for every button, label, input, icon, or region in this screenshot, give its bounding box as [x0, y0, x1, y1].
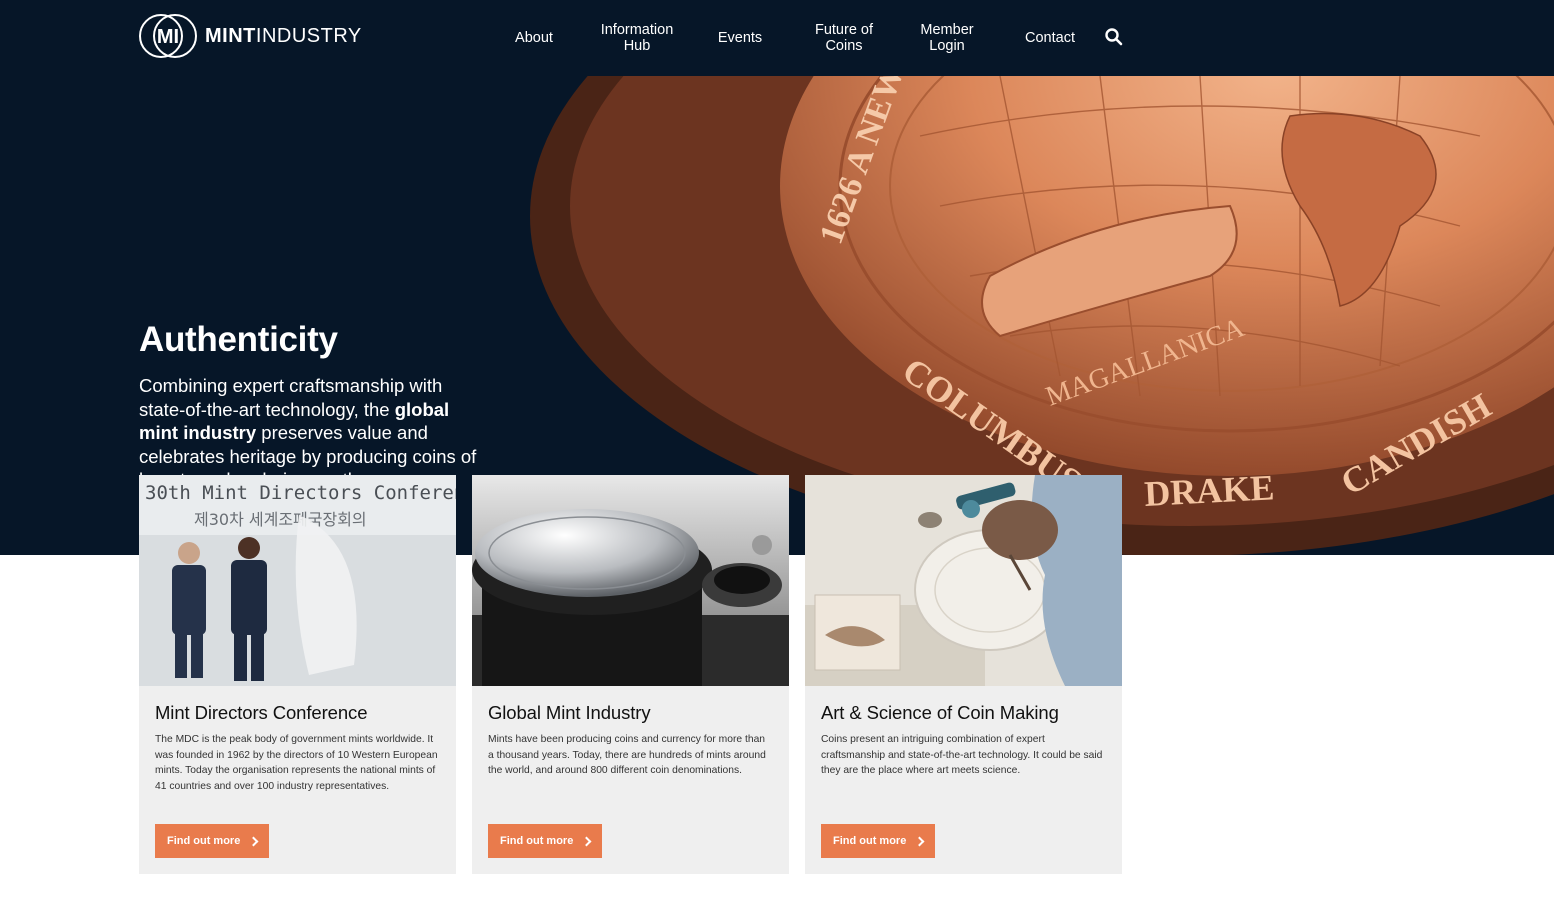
card-title: Art & Science of Coin Making — [821, 702, 1059, 723]
button-label: Find out more — [167, 835, 241, 847]
logo-wordmark-bold: MINT — [205, 24, 256, 47]
logo-wordmark: MINTINDUSTRY — [205, 25, 362, 48]
card-global-mint-industry: Global Mint Industry Mints have been pro… — [472, 475, 789, 874]
nav-label: Events — [717, 30, 763, 46]
card-title: Global Mint Industry — [488, 702, 651, 723]
nav-member-login[interactable]: Member Login — [910, 0, 984, 76]
card-description: Mints have been producing coins and curr… — [488, 734, 766, 776]
nav-about[interactable]: About — [504, 0, 564, 76]
nav-information-hub[interactable]: Information Hub — [592, 0, 682, 76]
button-label: Find out more — [833, 835, 907, 847]
card-mint-directors-conference: 30th Mint Directors Conference 제30차 세계조폐… — [139, 475, 456, 874]
card-art-science-coin-making: Art & Science of Coin Making Coins prese… — [805, 475, 1122, 874]
card-description: The MDC is the peak body of government m… — [155, 734, 438, 792]
hero-description: Combining expert craftsmanship with stat… — [139, 374, 479, 492]
card-image-caption: 30th Mint Directors Conference — [145, 482, 456, 504]
find-out-more-button[interactable]: Find out more — [155, 824, 270, 858]
site-logo[interactable]: MI MINTINDUSTRY — [139, 13, 362, 59]
nav-label-line2: Hub — [623, 38, 651, 54]
find-out-more-button[interactable]: Find out more — [821, 824, 936, 858]
chevron-right-icon — [581, 836, 592, 846]
nav-label: Contact — [1025, 30, 1075, 46]
nav-label: About — [515, 30, 553, 46]
find-out-more-button[interactable]: Find out more — [488, 824, 603, 858]
chevron-right-icon — [914, 836, 925, 846]
nav-label-line1: Future of — [814, 22, 874, 38]
site-header: MI MINTINDUSTRY About Information Hub Ev… — [0, 0, 1554, 76]
search-icon[interactable] — [1104, 27, 1124, 47]
logo-wordmark-light: INDUSTRY — [255, 24, 362, 47]
card-description: Coins present an intriguing combination … — [821, 734, 1103, 776]
card-image-silver-coin — [472, 475, 789, 686]
button-label: Find out more — [500, 835, 574, 847]
card-image-caption-korean: 제30차 세계조폐국장회의 — [194, 510, 367, 529]
nav-label-line2: Coins — [825, 38, 863, 54]
logo-mark-icon: MI — [139, 13, 197, 59]
card-image-conference: 30th Mint Directors Conference 제30차 세계조폐… — [139, 475, 456, 686]
logo-monogram: MI — [157, 26, 179, 48]
nav-contact[interactable]: Contact — [1016, 0, 1084, 76]
card-image-engraver — [805, 475, 1122, 686]
nav-label-line2: Login — [929, 38, 965, 54]
card-title: Mint Directors Conference — [155, 702, 368, 723]
nav-future-of-coins[interactable]: Future of Coins — [804, 0, 884, 76]
coin-rim-text-drake: DRAKE — [1143, 467, 1275, 514]
nav-label-line1: Information — [600, 22, 674, 38]
nav-label-line1: Member — [920, 22, 974, 38]
nav-events[interactable]: Events — [710, 0, 770, 76]
hero-title: Authenticity — [139, 320, 338, 359]
chevron-right-icon — [248, 836, 259, 846]
